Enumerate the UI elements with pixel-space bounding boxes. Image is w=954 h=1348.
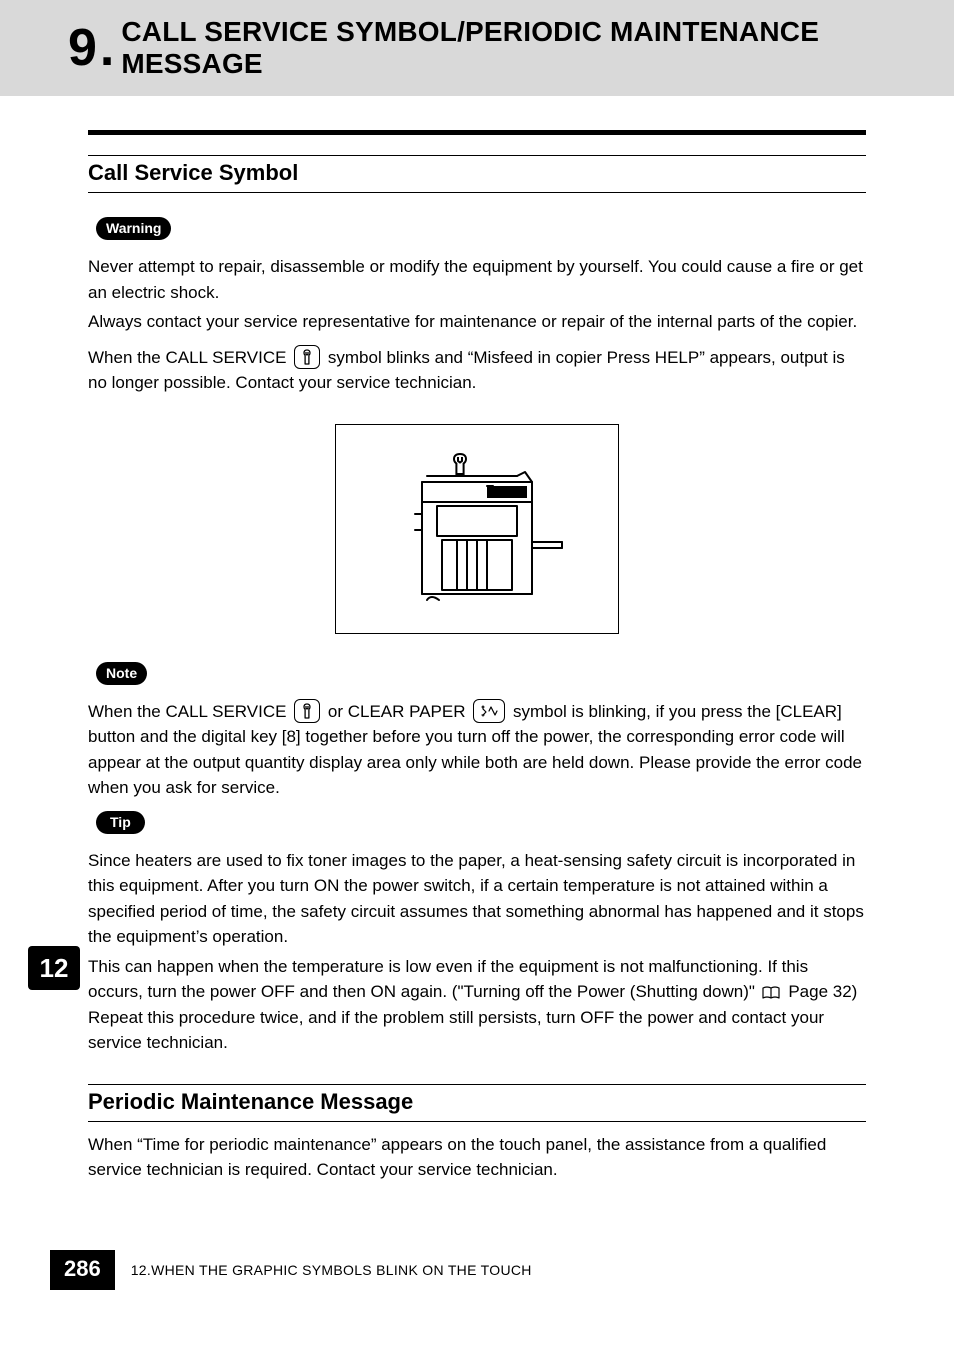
chapter-dot: . (100, 19, 113, 77)
section-rule-bottom (88, 1121, 866, 1122)
warning-paragraph-2: Always contact your service representati… (88, 309, 866, 335)
page-footer: 286 12.WHEN THE GRAPHIC SYMBOLS BLINK ON… (50, 1250, 532, 1290)
tip-paragraph-2: This can happen when the temperature is … (88, 954, 866, 1056)
section-title-2: Periodic Maintenance Message (88, 1085, 866, 1121)
call-service-text-a: When the CALL SERVICE (88, 348, 291, 367)
section-rule-bottom (88, 192, 866, 193)
note-label: Note (96, 662, 147, 685)
book-reference-icon (762, 986, 780, 1000)
periodic-paragraph: When “Time for periodic maintenance” app… (88, 1132, 866, 1183)
chapter-title: CALL SERVICE SYMBOL/PERIODIC MAINTENANCE… (121, 16, 954, 80)
tip-text-a: This can happen when the temperature is … (88, 957, 808, 1002)
copier-icon (367, 444, 587, 614)
clear-paper-symbol-icon (473, 699, 505, 723)
note-text-b: or CLEAR PAPER (323, 702, 470, 721)
note-text-a: When the CALL SERVICE (88, 702, 291, 721)
call-service-paragraph: When the CALL SERVICE symbol blinks and … (88, 345, 866, 396)
page-number: 286 (50, 1250, 115, 1290)
chapter-number: 9. (68, 18, 113, 78)
warning-label: Warning (96, 217, 171, 240)
divider-thick (88, 130, 866, 135)
tip-label: Tip (96, 811, 145, 834)
chapter-header: 9. CALL SERVICE SYMBOL/PERIODIC MAINTENA… (0, 0, 954, 96)
footer-text: 12.WHEN THE GRAPHIC SYMBOLS BLINK ON THE… (131, 1262, 532, 1278)
warning-paragraph-1: Never attempt to repair, disassemble or … (88, 254, 866, 305)
page-content: Call Service Symbol Warning Never attemp… (0, 130, 954, 1183)
wrench-symbol-icon (294, 345, 320, 369)
section-title-1: Call Service Symbol (88, 156, 866, 192)
chapter-tab: 12 (28, 946, 80, 990)
chapter-number-value: 9 (68, 19, 96, 77)
copier-illustration (88, 424, 866, 634)
section-periodic-maintenance: Periodic Maintenance Message When “Time … (88, 1084, 866, 1183)
tip-paragraph-1: Since heaters are used to fix toner imag… (88, 848, 866, 950)
wrench-symbol-icon (294, 699, 320, 723)
copier-illustration-frame (335, 424, 619, 634)
section-call-service: Call Service Symbol Warning Never attemp… (88, 155, 866, 1056)
note-paragraph: When the CALL SERVICE or CLEAR PAPER sym… (88, 699, 866, 801)
